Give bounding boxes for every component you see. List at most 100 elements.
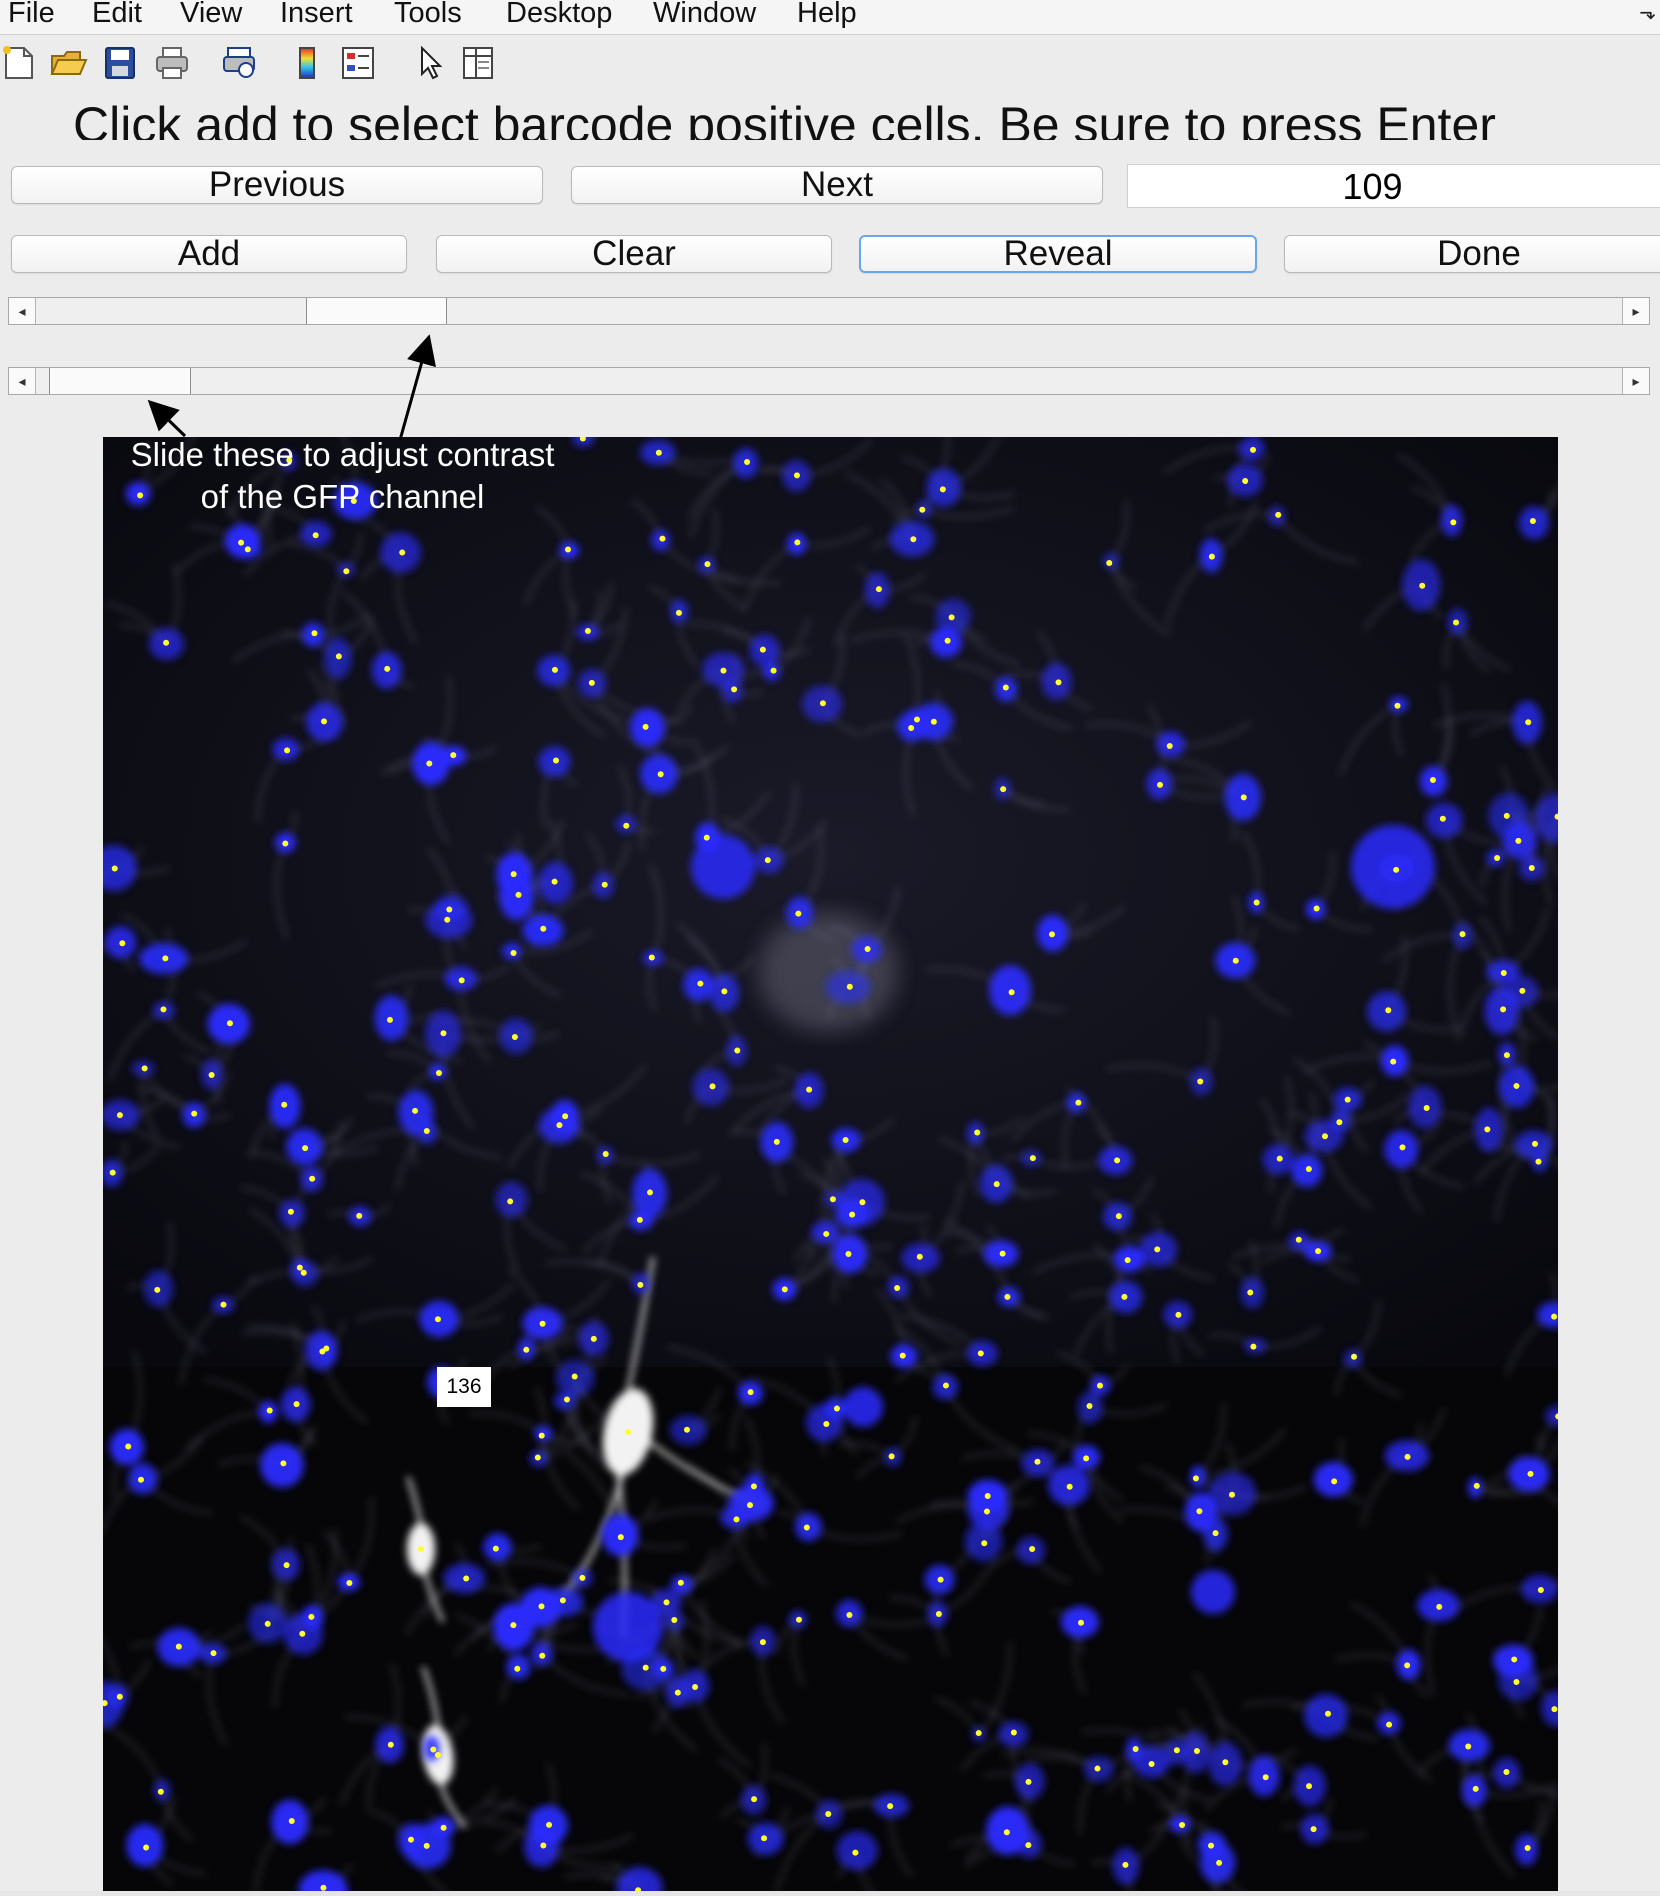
colorbar-icon[interactable] [288, 44, 328, 82]
cell-marker [408, 1836, 415, 1843]
cell-marker [244, 546, 251, 553]
cell-marker [282, 840, 289, 847]
cell-marker [825, 1810, 832, 1817]
slider-thumb[interactable] [306, 298, 447, 324]
menu-bar: File Edit View Insert Tools Desktop Wind… [0, 0, 1660, 35]
print-icon[interactable] [152, 44, 192, 82]
cell-marker [625, 1429, 631, 1435]
cell-marker [1276, 1155, 1283, 1162]
cell-marker [939, 486, 946, 493]
cell-marker [538, 1432, 545, 1439]
cell-marker [750, 1483, 757, 1490]
cell-marker [1310, 1826, 1317, 1833]
cell-marker [1344, 1096, 1351, 1103]
cell-marker [111, 865, 118, 872]
menu-desktop[interactable]: Desktop [506, 0, 612, 30]
new-figure-icon[interactable] [0, 44, 40, 82]
cell-marker [1003, 1829, 1010, 1836]
cell-marker [1004, 1293, 1011, 1300]
gfp-min-contrast-slider[interactable]: ◂ ▸ [8, 367, 1650, 395]
cell-marker [1519, 987, 1526, 994]
cell-marker [674, 1689, 681, 1696]
gfp-max-contrast-slider[interactable]: ◂ ▸ [8, 297, 1650, 325]
cell-marker [636, 1216, 643, 1223]
cell-marker [1423, 1104, 1430, 1111]
reveal-button[interactable]: Reveal [859, 235, 1257, 273]
clear-button[interactable]: Clear [436, 235, 832, 273]
cell-marker [974, 1129, 981, 1136]
cell-marker [562, 1113, 569, 1120]
cell-marker [1525, 719, 1532, 726]
menu-tools[interactable]: Tools [394, 0, 462, 30]
cell-marker [1537, 1586, 1544, 1593]
cell-marker [1240, 794, 1247, 801]
slider-track[interactable] [36, 368, 1622, 394]
done-button[interactable]: Done [1284, 235, 1660, 273]
add-button[interactable]: Add [11, 235, 407, 273]
slider-thumb[interactable] [49, 368, 191, 394]
cell-marker [343, 568, 350, 575]
menu-file[interactable]: File [8, 0, 55, 30]
cell-marker [1453, 619, 1460, 626]
legend-icon[interactable] [338, 44, 378, 82]
cell-marker [430, 1746, 437, 1753]
cell-marker [899, 1352, 906, 1359]
cell-marker [238, 539, 245, 546]
open-file-icon[interactable] [48, 44, 88, 82]
cell-marker [1473, 1482, 1480, 1489]
microscopy-image[interactable]: 136 [103, 437, 1558, 1891]
property-inspector-icon[interactable] [458, 44, 498, 82]
cell-marker [796, 1616, 803, 1623]
cell-marker [538, 1603, 545, 1610]
cell-marker [287, 1208, 294, 1215]
cell-marker [523, 1346, 530, 1353]
cell-marker [444, 916, 451, 923]
cell-marker [601, 881, 608, 888]
image-index-field[interactable]: 109 [1127, 164, 1660, 208]
print-preview-icon[interactable] [220, 44, 260, 82]
cell-marker [1196, 1508, 1203, 1515]
cell-marker [1066, 1483, 1073, 1490]
cell-marker [733, 1516, 740, 1523]
cell-marker [418, 1546, 424, 1552]
next-button[interactable]: Next [571, 166, 1103, 204]
slider-track[interactable] [36, 298, 1622, 324]
cell-marker [125, 1443, 132, 1450]
previous-button[interactable]: Previous [11, 166, 543, 204]
cell-marker [446, 906, 453, 913]
cell-marker [1439, 815, 1446, 822]
cell-marker [1399, 1144, 1406, 1151]
cell-marker [1192, 1475, 1199, 1482]
cell-marker [803, 1524, 810, 1531]
menu-help[interactable]: Help [797, 0, 857, 30]
slider-left-arrow-icon[interactable]: ◂ [9, 368, 36, 394]
cell-marker [157, 1788, 164, 1795]
cell-marker [1097, 1382, 1104, 1389]
menu-edit[interactable]: Edit [92, 0, 142, 30]
slider-left-arrow-icon[interactable]: ◂ [9, 298, 36, 324]
cell-marker [731, 686, 738, 693]
cell-marker [116, 1112, 123, 1119]
cell-marker [510, 871, 517, 878]
menu-insert[interactable]: Insert [280, 0, 353, 30]
cell-marker [764, 857, 771, 864]
cell-cluster [691, 835, 755, 899]
menu-view[interactable]: View [180, 0, 242, 30]
menu-window[interactable]: Window [653, 0, 756, 30]
cell-marker [1393, 866, 1400, 873]
slider-right-arrow-icon[interactable]: ▸ [1622, 298, 1649, 324]
cell-marker [540, 1842, 547, 1849]
cell-marker [657, 771, 664, 778]
cell-marker [1429, 777, 1436, 784]
cell-marker [1459, 931, 1466, 938]
save-icon[interactable] [100, 44, 140, 82]
cell-marker [1315, 1248, 1322, 1255]
cell-marker [1106, 560, 1113, 567]
cell-marker [648, 954, 655, 961]
slider-right-arrow-icon[interactable]: ▸ [1622, 368, 1649, 394]
cell-marker [137, 1476, 144, 1483]
resize-corner-icon: ⬎ [1639, 2, 1656, 24]
cell-marker [720, 667, 727, 674]
pointer-icon[interactable] [410, 44, 450, 82]
cell-marker [510, 949, 517, 956]
